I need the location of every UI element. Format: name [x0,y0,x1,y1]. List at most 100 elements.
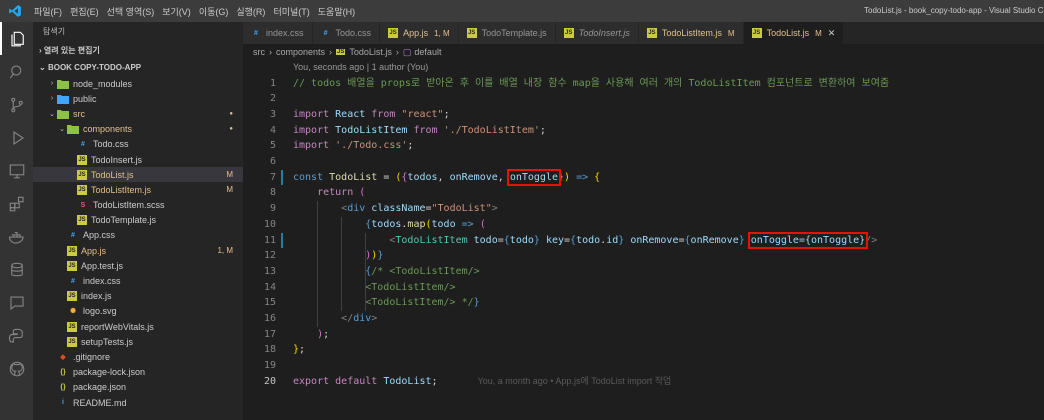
code-line: 2 [243,91,1044,107]
menu-item[interactable]: 터미널(T) [269,5,313,18]
line-number: 16 [263,313,276,324]
menu-item[interactable]: 편집(E) [66,5,103,18]
tree-item-label: Todo.css [93,139,129,150]
database-icon[interactable] [0,253,33,286]
docker-icon[interactable] [0,220,33,253]
tree-item[interactable]: JS index.js [33,289,243,304]
tree-item[interactable]: ✺ logo.svg [33,304,243,319]
tree-item[interactable]: JS App.test.js [33,258,243,273]
tree-item[interactable]: JS TodoInsert.js [33,152,243,167]
python-icon[interactable] [0,319,33,352]
json-file-icon: {} [60,383,66,391]
folder-icon [57,109,69,119]
tree-item-label: package-lock.json [73,367,146,378]
symbol-icon: ▢ [402,46,412,57]
github-icon[interactable] [0,352,33,385]
tree-item[interactable]: JS TodoList.js M [33,167,243,183]
git-status-badge: M [226,185,233,195]
code-token: import [293,108,330,120]
tree-item[interactable]: {} package.json [33,380,243,395]
menu-item[interactable]: 실행(R) [232,5,269,18]
remote-explorer-icon[interactable] [0,154,33,187]
tree-item[interactable]: # index.css [33,273,243,288]
tree-item[interactable]: › public [33,91,243,106]
tree-item[interactable]: # Todo.css [33,137,243,152]
menu-item[interactable]: 선택 영역(S) [103,5,159,18]
files-icon[interactable] [0,22,33,55]
line-number: 2 [269,93,276,105]
code-line: 5 import './Todo.css'; [243,138,1044,154]
code-token: // todos 배열을 props로 받아온 후 이를 배열 내장 함수 ma… [293,77,890,89]
code-token: { [594,171,601,183]
code-token: /> [865,234,878,246]
source-control-icon[interactable] [0,88,33,121]
line-number: 18 [263,344,276,356]
js-file-icon: JS [563,28,574,38]
tree-item[interactable]: JS reportWebVitals.js [33,319,243,334]
tree-item[interactable]: ◆ .gitignore [33,349,243,364]
tree-item[interactable]: JS TodoListItem.js M [33,182,243,197]
close-icon[interactable]: ✕ [828,28,836,39]
breadcrumb-item[interactable]: src [253,47,265,57]
menu-item[interactable]: 이동(G) [195,5,233,18]
json-file-icon: {} [60,368,66,376]
code-token: "TodoList" [431,203,492,215]
tree-item[interactable]: {} package-lock.json [33,365,243,380]
line-number: 14 [263,281,276,293]
tree-item[interactable]: ⌄ src ● [33,106,243,121]
info-file-icon: i [62,399,64,407]
tab-index-css[interactable]: # index.css [243,22,313,44]
line-number: 6 [269,156,276,167]
code-token: => [461,218,474,230]
code-text: return ( [293,185,365,201]
tree-item[interactable]: JS TodoTemplate.js [33,213,243,228]
open-editors-section[interactable]: › 열려 있는 편집기 [33,42,243,59]
menu-item[interactable]: 도움말(H) [314,5,359,18]
tree-item[interactable]: › node_modules [33,76,243,91]
tree-item[interactable]: JS App.js 1, M [33,243,243,258]
breadcrumb-item[interactable]: components [276,47,325,57]
extensions-icon[interactable] [0,187,33,220]
chevron-icon: ⌄ [49,110,55,118]
tree-item-label: TodoTemplate.js [91,215,157,226]
tab-todotemplate-js[interactable]: JS TodoTemplate.js [458,22,556,44]
menu-item[interactable]: 보기(V) [158,5,195,18]
tree-item-label: App.js [81,245,107,256]
tree-item[interactable]: # App.css [33,228,243,243]
tree-item-label: logo.svg [83,306,117,317]
run-debug-icon[interactable] [0,121,33,154]
breadcrumb-item[interactable]: default [414,47,441,57]
live-share-icon[interactable] [0,286,33,319]
tab-todoinsert-js[interactable]: JS TodoInsert.js [555,22,639,44]
js-file-icon: JS [466,28,477,38]
tab-todolistitem-js[interactable]: JS TodoListItem.js M [638,22,744,44]
breadcrumb-item[interactable]: TodoList.js [349,47,392,57]
tree-item[interactable]: S TodoListItem.scss [33,198,243,213]
tree-item[interactable]: i README.md [33,395,243,410]
folder-icon [57,94,69,104]
css-file-icon: # [254,29,258,37]
tree-item[interactable]: JS setupTests.js [33,334,243,349]
tab-todo-css[interactable]: # Todo.css [312,22,381,44]
tab-modified-badge: M [727,28,735,38]
code-token: onRemove [630,234,679,246]
tab-app-js[interactable]: JS App.js 1, M [380,22,459,44]
tree-item-label: index.css [83,276,121,287]
menu-item[interactable]: 파일(F) [30,5,66,18]
code-token: TodoListItem [335,124,408,136]
line-number: 1 [269,77,276,89]
tab-todolist-js[interactable]: JS TodoList.js M ✕ [743,22,845,44]
breadcrumb: src › components › JS TodoList.js › ▢ default [243,44,1044,60]
tree-item[interactable]: ⌄ components ● [33,122,243,137]
tree-item-label: public [73,93,97,104]
chevron-icon: › [50,80,54,88]
js-file-icon: JS [77,154,87,165]
folder-icon [57,79,69,89]
project-section[interactable]: ⌄ BOOK COPY-TODO-APP [33,59,243,76]
codelens-blame[interactable]: You, seconds ago | 1 author (You) [293,62,428,72]
search-icon[interactable] [0,55,33,88]
line-number: 4 [269,124,276,136]
code-editor[interactable]: You, seconds ago | 1 author (You) 1 // to… [243,60,1044,420]
